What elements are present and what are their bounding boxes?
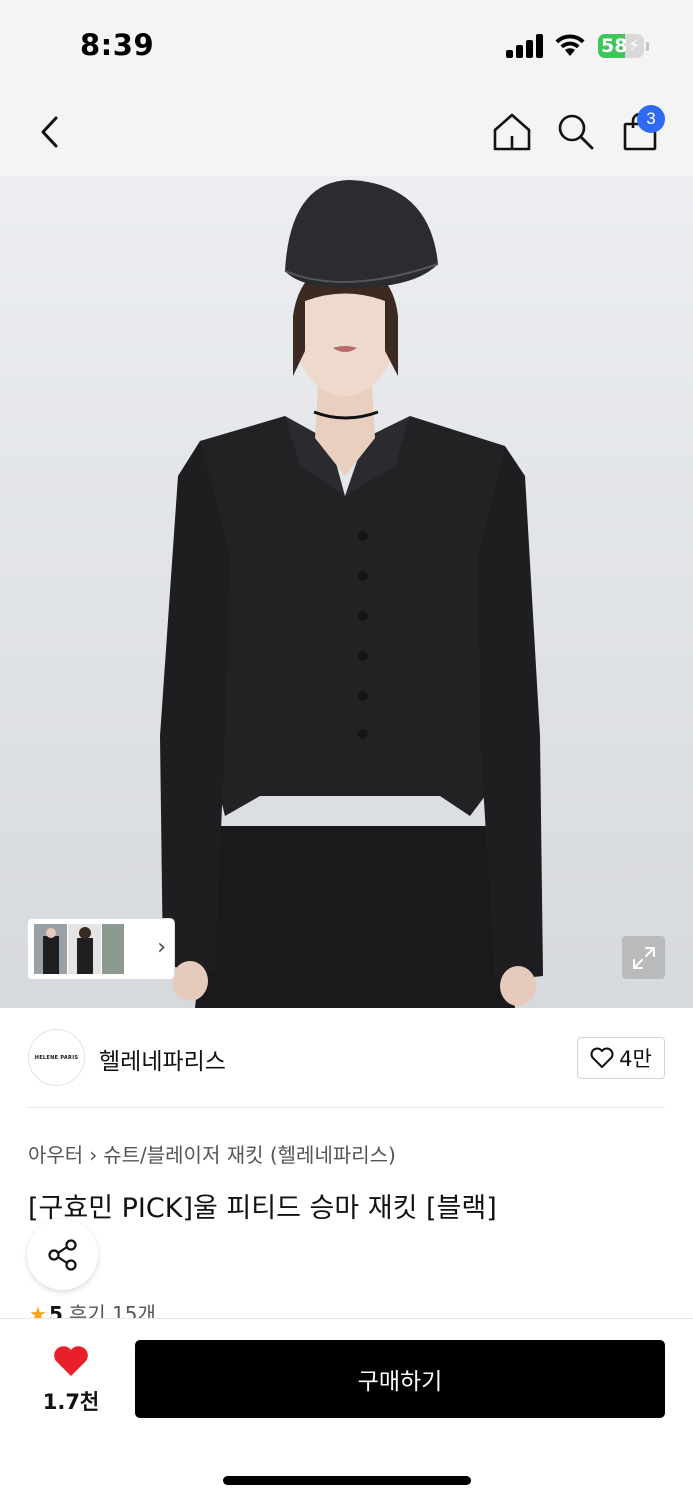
breadcrumb: 아우터 › 슈트/블레이저 재킷 (헬레네파리스)	[28, 1139, 396, 1168]
home-icon	[493, 113, 531, 151]
status-bar: 8:39 58 ⚡	[0, 0, 693, 88]
back-button[interactable]	[24, 106, 76, 158]
battery-icon: 58 ⚡	[598, 34, 644, 58]
brand-like-count: 4만	[619, 1047, 652, 1071]
product-title: [구효민 PICK]울 피티드 승마 재킷 [블랙]	[28, 1193, 497, 1224]
chevron-right-icon: ›	[89, 1143, 98, 1167]
wishlist-button[interactable]: 1.7천	[30, 1340, 112, 1420]
product-image[interactable]	[0, 176, 693, 1008]
thumbnail[interactable]	[102, 924, 124, 974]
search-icon	[558, 114, 594, 150]
buy-button[interactable]: 구매하기	[135, 1340, 665, 1418]
home-indicator	[223, 1476, 471, 1485]
brand-logo-text: HELENE PARIS	[34, 1054, 79, 1061]
star-icon: ★	[29, 1302, 47, 1318]
breadcrumb-subcategory[interactable]: 슈트/블레이저 재킷 (헬레네파리스)	[103, 1143, 396, 1167]
expand-button[interactable]	[622, 936, 665, 979]
thumbnail[interactable]	[34, 924, 67, 974]
rating-summary[interactable]: ★ 5 후기 15개	[29, 1298, 156, 1318]
cart-count-badge: 3	[637, 105, 665, 133]
thumbnail-strip[interactable]: ›	[28, 919, 174, 979]
chevron-right-icon: ›	[157, 935, 166, 960]
wishlist-count: 1.7천	[42, 1390, 100, 1414]
divider	[28, 1107, 665, 1108]
top-nav	[0, 88, 693, 176]
battery-level: 58	[601, 35, 628, 57]
search-button[interactable]	[550, 106, 602, 158]
brand-name[interactable]: 헬레네파리스	[99, 1042, 226, 1076]
breadcrumb-category[interactable]: 아우터	[28, 1143, 83, 1167]
heart-filled-icon	[54, 1346, 88, 1376]
brand-like-button[interactable]: 4만	[577, 1037, 665, 1079]
heart-outline-icon	[590, 1047, 614, 1068]
share-icon	[47, 1238, 77, 1271]
thumbnail[interactable]	[68, 924, 101, 974]
brand-logo[interactable]: HELENE PARIS	[28, 1029, 85, 1086]
rating-score: 5	[48, 1302, 63, 1318]
model-illustration	[0, 176, 693, 1008]
home-button[interactable]	[486, 106, 538, 158]
chevron-left-icon	[41, 116, 58, 148]
wifi-icon	[555, 34, 585, 56]
signal-icon	[506, 34, 544, 58]
expand-icon	[632, 946, 655, 969]
share-button[interactable]	[27, 1219, 98, 1290]
review-count: 후기 15개	[68, 1302, 156, 1318]
status-time: 8:39	[80, 28, 155, 62]
